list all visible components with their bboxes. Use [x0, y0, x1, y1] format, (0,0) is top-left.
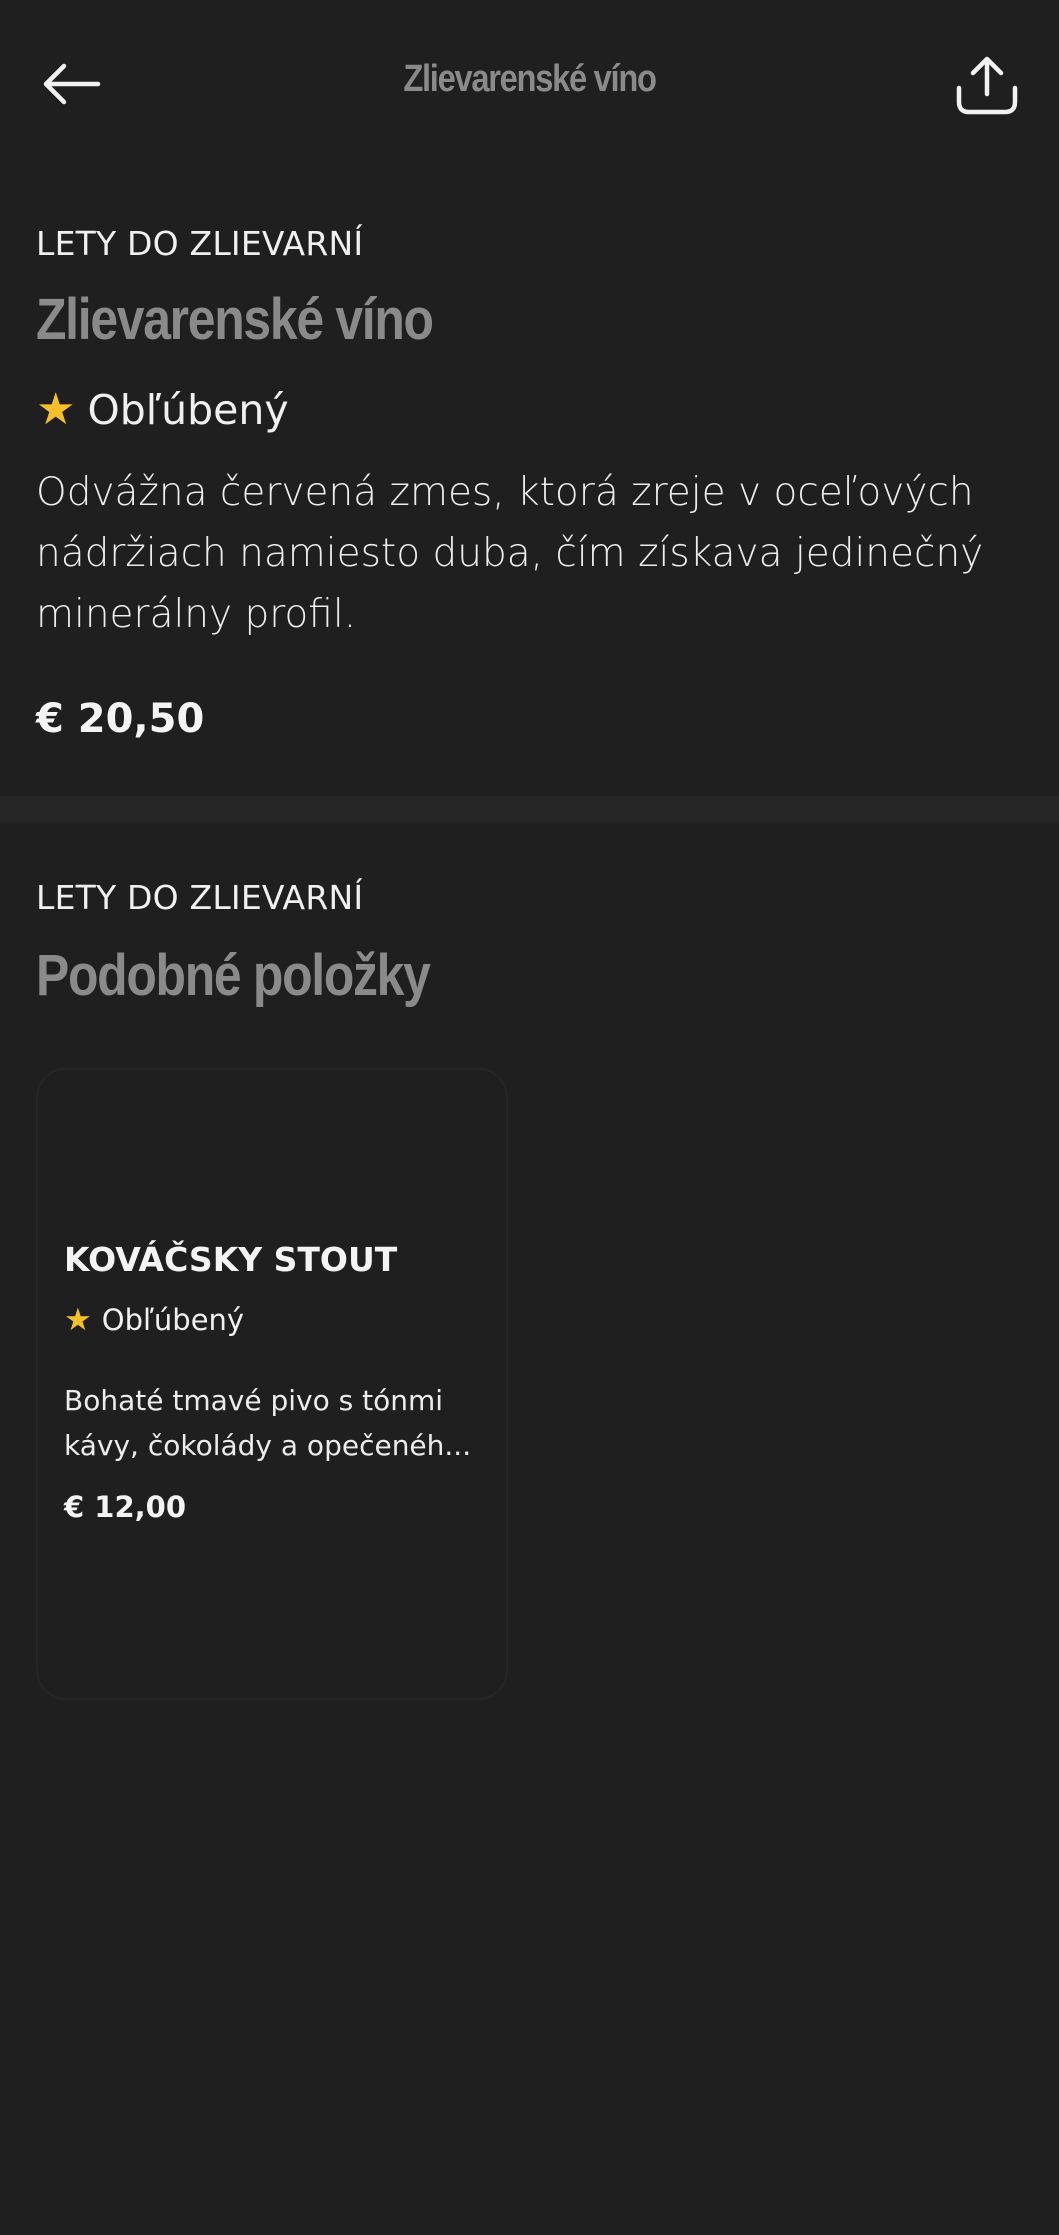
similar-category: LETY DO ZLIEVARNÍ — [36, 878, 364, 917]
similar-heading: Podobné položky — [36, 943, 431, 1008]
similar-item-description: Bohaté tmavé pivo s tónmi kávy, čokolády… — [64, 1378, 494, 1468]
similar-item-badge-label: Obľúbený — [101, 1303, 245, 1337]
star-icon: ★ — [64, 1302, 92, 1338]
header-title: Zlievarenské víno — [403, 58, 657, 100]
product-description-line: minerálny profil. — [36, 592, 357, 637]
product-price: € 20,50 — [36, 696, 205, 742]
product-detail: LETY DO ZLIEVARNÍ Zlievarenské víno ★ Ob… — [0, 170, 1059, 796]
section-divider — [0, 796, 1059, 822]
product-badge-label: Obľúbený — [87, 385, 289, 434]
similar-item-card[interactable]: KOVÁČSKY STOUT ★ Obľúbený Bohaté tmavé p… — [36, 1068, 508, 1700]
similar-item-name: KOVÁČSKY STOUT — [64, 1240, 398, 1279]
similar-item-badge: ★ Obľúbený — [64, 1302, 244, 1338]
similar-item-description-line: Bohaté tmavé pivo s tónmi — [64, 1384, 444, 1417]
product-description-line: Odvážna červená zmes, ktorá zreje v oceľ… — [36, 470, 974, 515]
product-description: Odvážna červená zmes, ktorá zreje v oceľ… — [36, 462, 1026, 645]
product-name: Zlievarenské víno — [36, 287, 434, 352]
similar-item-price: € 12,00 — [64, 1490, 187, 1524]
top-bar: Zlievarenské víno — [0, 0, 1059, 170]
star-icon: ★ — [36, 384, 76, 435]
product-badge: ★ Obľúbený — [36, 384, 289, 435]
product-category: LETY DO ZLIEVARNÍ — [36, 224, 364, 263]
share-button[interactable] — [951, 48, 1023, 122]
similar-item-description-line: kávy, čokolády a opečenéh... — [64, 1429, 472, 1462]
share-icon — [956, 56, 1018, 115]
product-description-line: nádržiach namiesto duba, čím získava jed… — [36, 531, 984, 576]
